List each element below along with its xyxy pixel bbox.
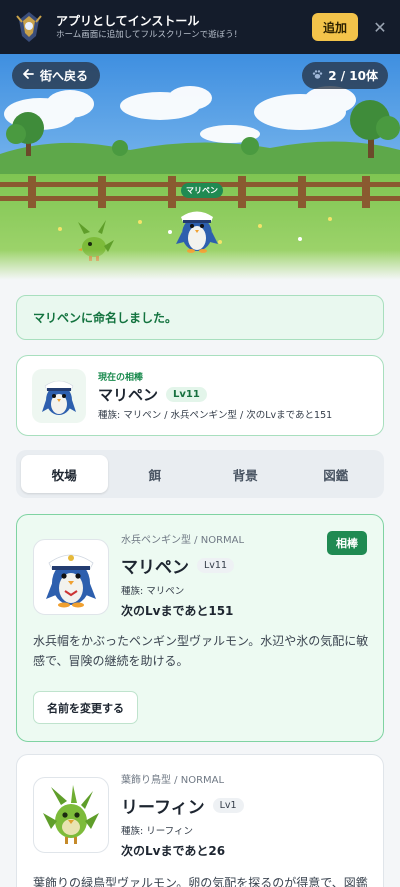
tab-feed[interactable]: 餌 [112, 455, 199, 493]
install-add-button[interactable]: 追加 [312, 13, 358, 41]
monster-count-badge: 2 / 10体 [302, 62, 388, 89]
app-logo-icon [16, 12, 42, 42]
tab-background[interactable]: 背景 [202, 455, 289, 493]
rename-success-notice: マリペンに命名しました。 [16, 295, 384, 340]
close-icon[interactable]: ✕ [372, 18, 388, 37]
monster-name: リーフィン [121, 798, 205, 818]
partner-name: マリペン [98, 386, 159, 404]
back-to-town-button[interactable]: 街へ戻る [12, 62, 101, 89]
install-title: アプリとしてインストール [56, 13, 200, 28]
leaf-bird-icon [43, 785, 99, 844]
install-subtitle: ホーム画面に追加してフルスクリーンで遊ぼう！ [56, 29, 243, 40]
tab-ranch[interactable]: 牧場 [21, 455, 108, 493]
monster-description: 水兵帽をかぶったペンギン型ヴァルモン。水辺や氷の気配に敏感で、冒険の継続を助ける… [33, 634, 369, 668]
monster-level-badge: Lv11 [197, 558, 235, 573]
monster-name: マリペン [121, 558, 189, 578]
penguin-icon [42, 380, 76, 415]
monster-card-maripen[interactable]: 水兵ペンギン型 / NORMAL マリペン Lv11 種族: マリペン 次のLv… [16, 514, 384, 742]
monster-description: 葉飾りの緑鳥型ヴァルモン。卵の気配を探るのが得意で、図鑑 [33, 876, 368, 887]
monster-species: 種族: リーフィン [121, 826, 193, 837]
penguin-icon [46, 554, 96, 608]
arrow-left-icon [22, 68, 34, 83]
monster-level-badge: Lv1 [212, 798, 244, 813]
monster-species: 種族: マリペン [121, 586, 185, 597]
ranch-tabs: 牧場 餌 背景 図鑑 [16, 450, 384, 498]
count-label: 2 / 10体 [328, 69, 378, 83]
leafin-portrait [33, 777, 109, 853]
maripen-portrait [33, 539, 109, 615]
back-label: 街へ戻る [40, 69, 89, 83]
monster-type: 水兵ペンギン型 / NORMAL [121, 535, 245, 546]
monster-next-level: 次のLvまであと26 [121, 844, 226, 858]
partner-meta: 種族: マリペン / 水兵ペンギン型 / 次のLvまであと151 [98, 410, 333, 421]
tab-encyclopedia[interactable]: 図鑑 [293, 455, 380, 493]
monster-next-level: 次のLvまであと151 [121, 604, 234, 618]
partner-level-badge: Lv11 [166, 387, 207, 402]
current-partner-card: 現在の相棒 マリペン Lv11 種族: マリペン / 水兵ペンギン型 / 次のL… [16, 355, 384, 436]
install-banner: アプリとしてインストール ホーム画面に追加してフルスクリーンで遊ぼう！ 追加 ✕ [0, 0, 400, 54]
monster-type: 葉飾り鳥型 / NORMAL [121, 775, 225, 786]
rename-button[interactable]: 名前を変更する [33, 691, 138, 724]
partner-badge: 相棒 [327, 531, 367, 555]
monster-card-leafin[interactable]: 葉飾り鳥型 / NORMAL リーフィン Lv1 種族: リーフィン 次のLvま… [16, 754, 384, 887]
maripen-name-tag: マリペン [181, 183, 223, 198]
paw-icon [312, 69, 323, 83]
partner-label: 現在の相棒 [98, 373, 144, 383]
partner-avatar [32, 368, 86, 423]
